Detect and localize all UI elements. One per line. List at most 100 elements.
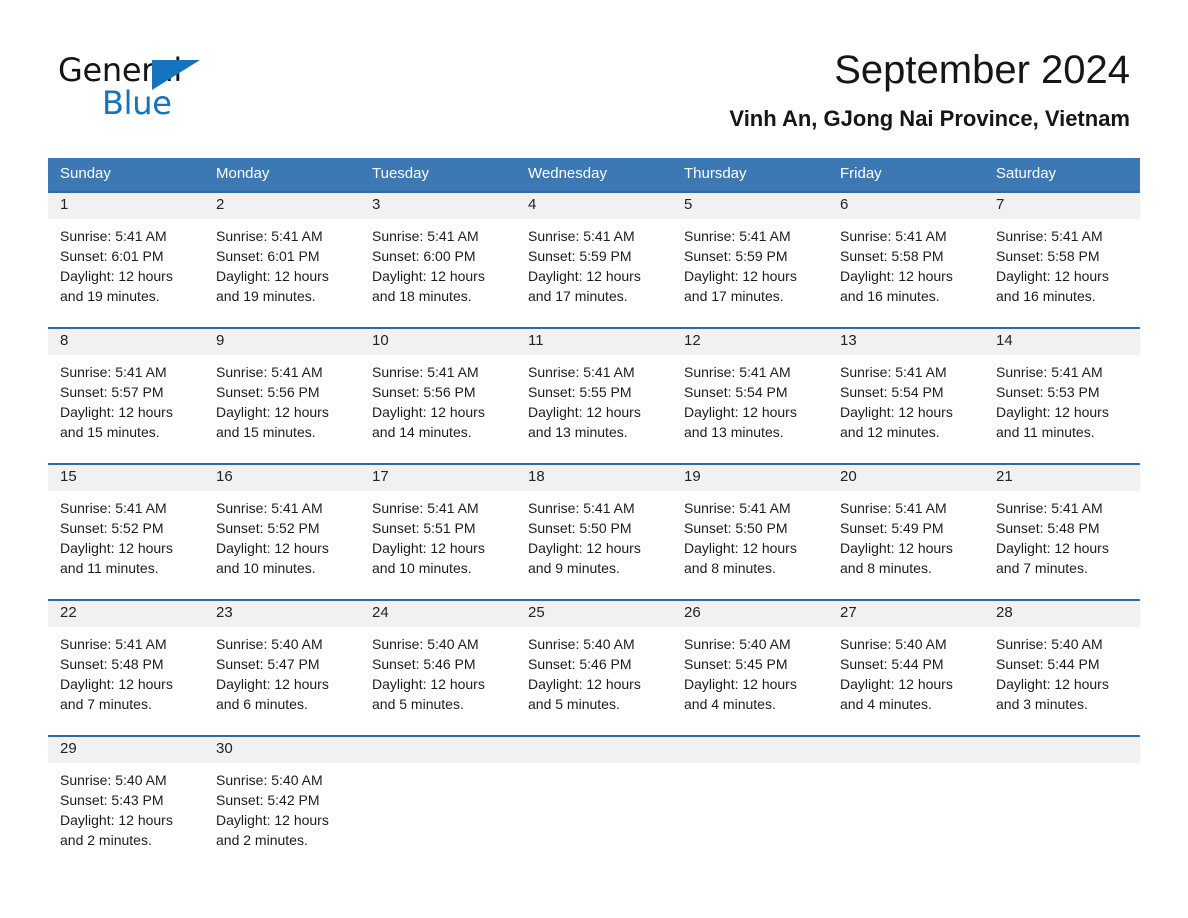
sunset-text: Sunset: 6:00 PM [372,248,476,264]
day-number: 26 [684,604,701,621]
day-number: 25 [528,604,545,621]
day-number [996,737,1130,763]
day-cell[interactable]: 29 Sunrise: 5:40 AM Sunset: 5:43 PM Dayl… [48,737,204,863]
day-cell[interactable]: 22 Sunrise: 5:41 AM Sunset: 5:48 PM Dayl… [48,601,204,735]
daylight-text-line2: and 7 minutes. [60,696,152,712]
day-cell[interactable]: 16 Sunrise: 5:41 AM Sunset: 5:52 PM Dayl… [204,465,360,599]
daylight-text-line1: Daylight: 12 hours [372,404,485,420]
sunset-text: Sunset: 5:46 PM [372,656,476,672]
sunrise-text: Sunrise: 5:41 AM [996,228,1103,244]
sunset-text: Sunset: 5:59 PM [684,248,788,264]
day-number: 5 [684,196,693,213]
week-row: 1 Sunrise: 5:41 AM Sunset: 6:01 PM Dayli… [48,191,1140,327]
sunrise-text: Sunrise: 5:41 AM [528,364,635,380]
day-cell[interactable]: 24 Sunrise: 5:40 AM Sunset: 5:46 PM Dayl… [360,601,516,735]
daylight-text-line2: and 19 minutes. [216,288,316,304]
day-cell[interactable]: 17 Sunrise: 5:41 AM Sunset: 5:51 PM Dayl… [360,465,516,599]
day-number: 22 [60,604,77,621]
day-details: Sunrise: 5:41 AM Sunset: 5:52 PM Dayligh… [216,498,350,578]
day-cell[interactable]: 9 Sunrise: 5:41 AM Sunset: 5:56 PM Dayli… [204,329,360,463]
daylight-text-line2: and 9 minutes. [528,560,620,576]
sunset-text: Sunset: 5:57 PM [60,384,164,400]
day-number: 1 [60,196,69,213]
day-cell[interactable]: 27 Sunrise: 5:40 AM Sunset: 5:44 PM Dayl… [828,601,984,735]
sunset-text: Sunset: 5:54 PM [684,384,788,400]
day-cell[interactable]: 3 Sunrise: 5:41 AM Sunset: 6:00 PM Dayli… [360,193,516,327]
day-details: Sunrise: 5:41 AM Sunset: 6:00 PM Dayligh… [372,226,506,306]
daylight-text-line2: and 11 minutes. [996,424,1095,440]
day-details: Sunrise: 5:41 AM Sunset: 5:56 PM Dayligh… [216,362,350,442]
sunrise-text: Sunrise: 5:41 AM [528,228,635,244]
daylight-text-line2: and 19 minutes. [60,288,160,304]
day-number: 21 [996,468,1013,485]
day-cell[interactable]: 18 Sunrise: 5:41 AM Sunset: 5:50 PM Dayl… [516,465,672,599]
weekday-sunday: Sunday [60,165,111,182]
day-details: Sunrise: 5:41 AM Sunset: 5:48 PM Dayligh… [60,634,194,714]
daylight-text-line2: and 14 minutes. [372,424,472,440]
day-details: Sunrise: 5:41 AM Sunset: 5:58 PM Dayligh… [840,226,974,306]
day-cell[interactable]: 14 Sunrise: 5:41 AM Sunset: 5:53 PM Dayl… [984,329,1140,463]
day-cell[interactable]: 25 Sunrise: 5:40 AM Sunset: 5:46 PM Dayl… [516,601,672,735]
sunrise-text: Sunrise: 5:41 AM [372,500,479,516]
weekday-header-row: Sunday Monday Tuesday Wednesday Thursday… [48,158,1140,191]
day-number: 13 [840,332,857,349]
daylight-text-line1: Daylight: 12 hours [528,268,641,284]
day-number: 10 [372,332,389,349]
day-number: 15 [60,468,77,485]
day-cell[interactable]: 7 Sunrise: 5:41 AM Sunset: 5:58 PM Dayli… [984,193,1140,327]
day-number: 12 [684,332,701,349]
day-number: 8 [60,332,69,349]
day-cell[interactable]: 28 Sunrise: 5:40 AM Sunset: 5:44 PM Dayl… [984,601,1140,735]
day-cell[interactable]: 21 Sunrise: 5:41 AM Sunset: 5:48 PM Dayl… [984,465,1140,599]
day-number: 7 [996,196,1005,213]
daylight-text-line1: Daylight: 12 hours [216,404,329,420]
day-cell[interactable]: 12 Sunrise: 5:41 AM Sunset: 5:54 PM Dayl… [672,329,828,463]
day-cell[interactable]: 5 Sunrise: 5:41 AM Sunset: 5:59 PM Dayli… [672,193,828,327]
sunset-text: Sunset: 5:59 PM [528,248,632,264]
day-cell[interactable]: 11 Sunrise: 5:41 AM Sunset: 5:55 PM Dayl… [516,329,672,463]
day-cell[interactable]: 2 Sunrise: 5:41 AM Sunset: 6:01 PM Dayli… [204,193,360,327]
day-cell[interactable]: 6 Sunrise: 5:41 AM Sunset: 5:58 PM Dayli… [828,193,984,327]
day-number: 27 [840,604,857,621]
day-cell[interactable]: 10 Sunrise: 5:41 AM Sunset: 5:56 PM Dayl… [360,329,516,463]
daylight-text-line2: and 4 minutes. [840,696,932,712]
day-cell[interactable]: 30 Sunrise: 5:40 AM Sunset: 5:42 PM Dayl… [204,737,360,863]
daylight-text-line2: and 5 minutes. [528,696,620,712]
day-cell[interactable]: 23 Sunrise: 5:40 AM Sunset: 5:47 PM Dayl… [204,601,360,735]
day-cell[interactable]: 26 Sunrise: 5:40 AM Sunset: 5:45 PM Dayl… [672,601,828,735]
daylight-text-line1: Daylight: 12 hours [996,404,1109,420]
day-details: Sunrise: 5:41 AM Sunset: 5:51 PM Dayligh… [372,498,506,578]
sunset-text: Sunset: 5:43 PM [60,792,164,808]
daylight-text-line1: Daylight: 12 hours [372,540,485,556]
daylight-text-line1: Daylight: 12 hours [60,404,173,420]
day-cell[interactable]: 13 Sunrise: 5:41 AM Sunset: 5:54 PM Dayl… [828,329,984,463]
sunrise-text: Sunrise: 5:40 AM [60,772,167,788]
day-cell[interactable]: 15 Sunrise: 5:41 AM Sunset: 5:52 PM Dayl… [48,465,204,599]
day-cell-empty [984,737,1140,863]
weekday-friday: Friday [840,165,882,182]
sunset-text: Sunset: 5:52 PM [60,520,164,536]
daylight-text-line2: and 16 minutes. [996,288,1096,304]
day-cell-empty [516,737,672,863]
daylight-text-line2: and 17 minutes. [684,288,784,304]
daylight-text-line2: and 13 minutes. [684,424,784,440]
sunrise-text: Sunrise: 5:41 AM [684,228,791,244]
sunrise-text: Sunrise: 5:41 AM [996,500,1103,516]
day-cell-empty [360,737,516,863]
day-cell[interactable]: 20 Sunrise: 5:41 AM Sunset: 5:49 PM Dayl… [828,465,984,599]
daylight-text-line1: Daylight: 12 hours [60,540,173,556]
daylight-text-line1: Daylight: 12 hours [684,676,797,692]
sunrise-text: Sunrise: 5:41 AM [684,500,791,516]
day-details: Sunrise: 5:41 AM Sunset: 5:50 PM Dayligh… [528,498,662,578]
daylight-text-line2: and 4 minutes. [684,696,776,712]
day-cell[interactable]: 19 Sunrise: 5:41 AM Sunset: 5:50 PM Dayl… [672,465,828,599]
daylight-text-line2: and 18 minutes. [372,288,472,304]
day-cell[interactable]: 8 Sunrise: 5:41 AM Sunset: 5:57 PM Dayli… [48,329,204,463]
sunset-text: Sunset: 5:44 PM [996,656,1100,672]
day-cell[interactable]: 1 Sunrise: 5:41 AM Sunset: 6:01 PM Dayli… [48,193,204,327]
day-cell[interactable]: 4 Sunrise: 5:41 AM Sunset: 5:59 PM Dayli… [516,193,672,327]
general-blue-logo[interactable]: General Blue [58,52,318,124]
sunset-text: Sunset: 5:56 PM [372,384,476,400]
day-number: 23 [216,604,233,621]
sunrise-text: Sunrise: 5:41 AM [840,364,947,380]
